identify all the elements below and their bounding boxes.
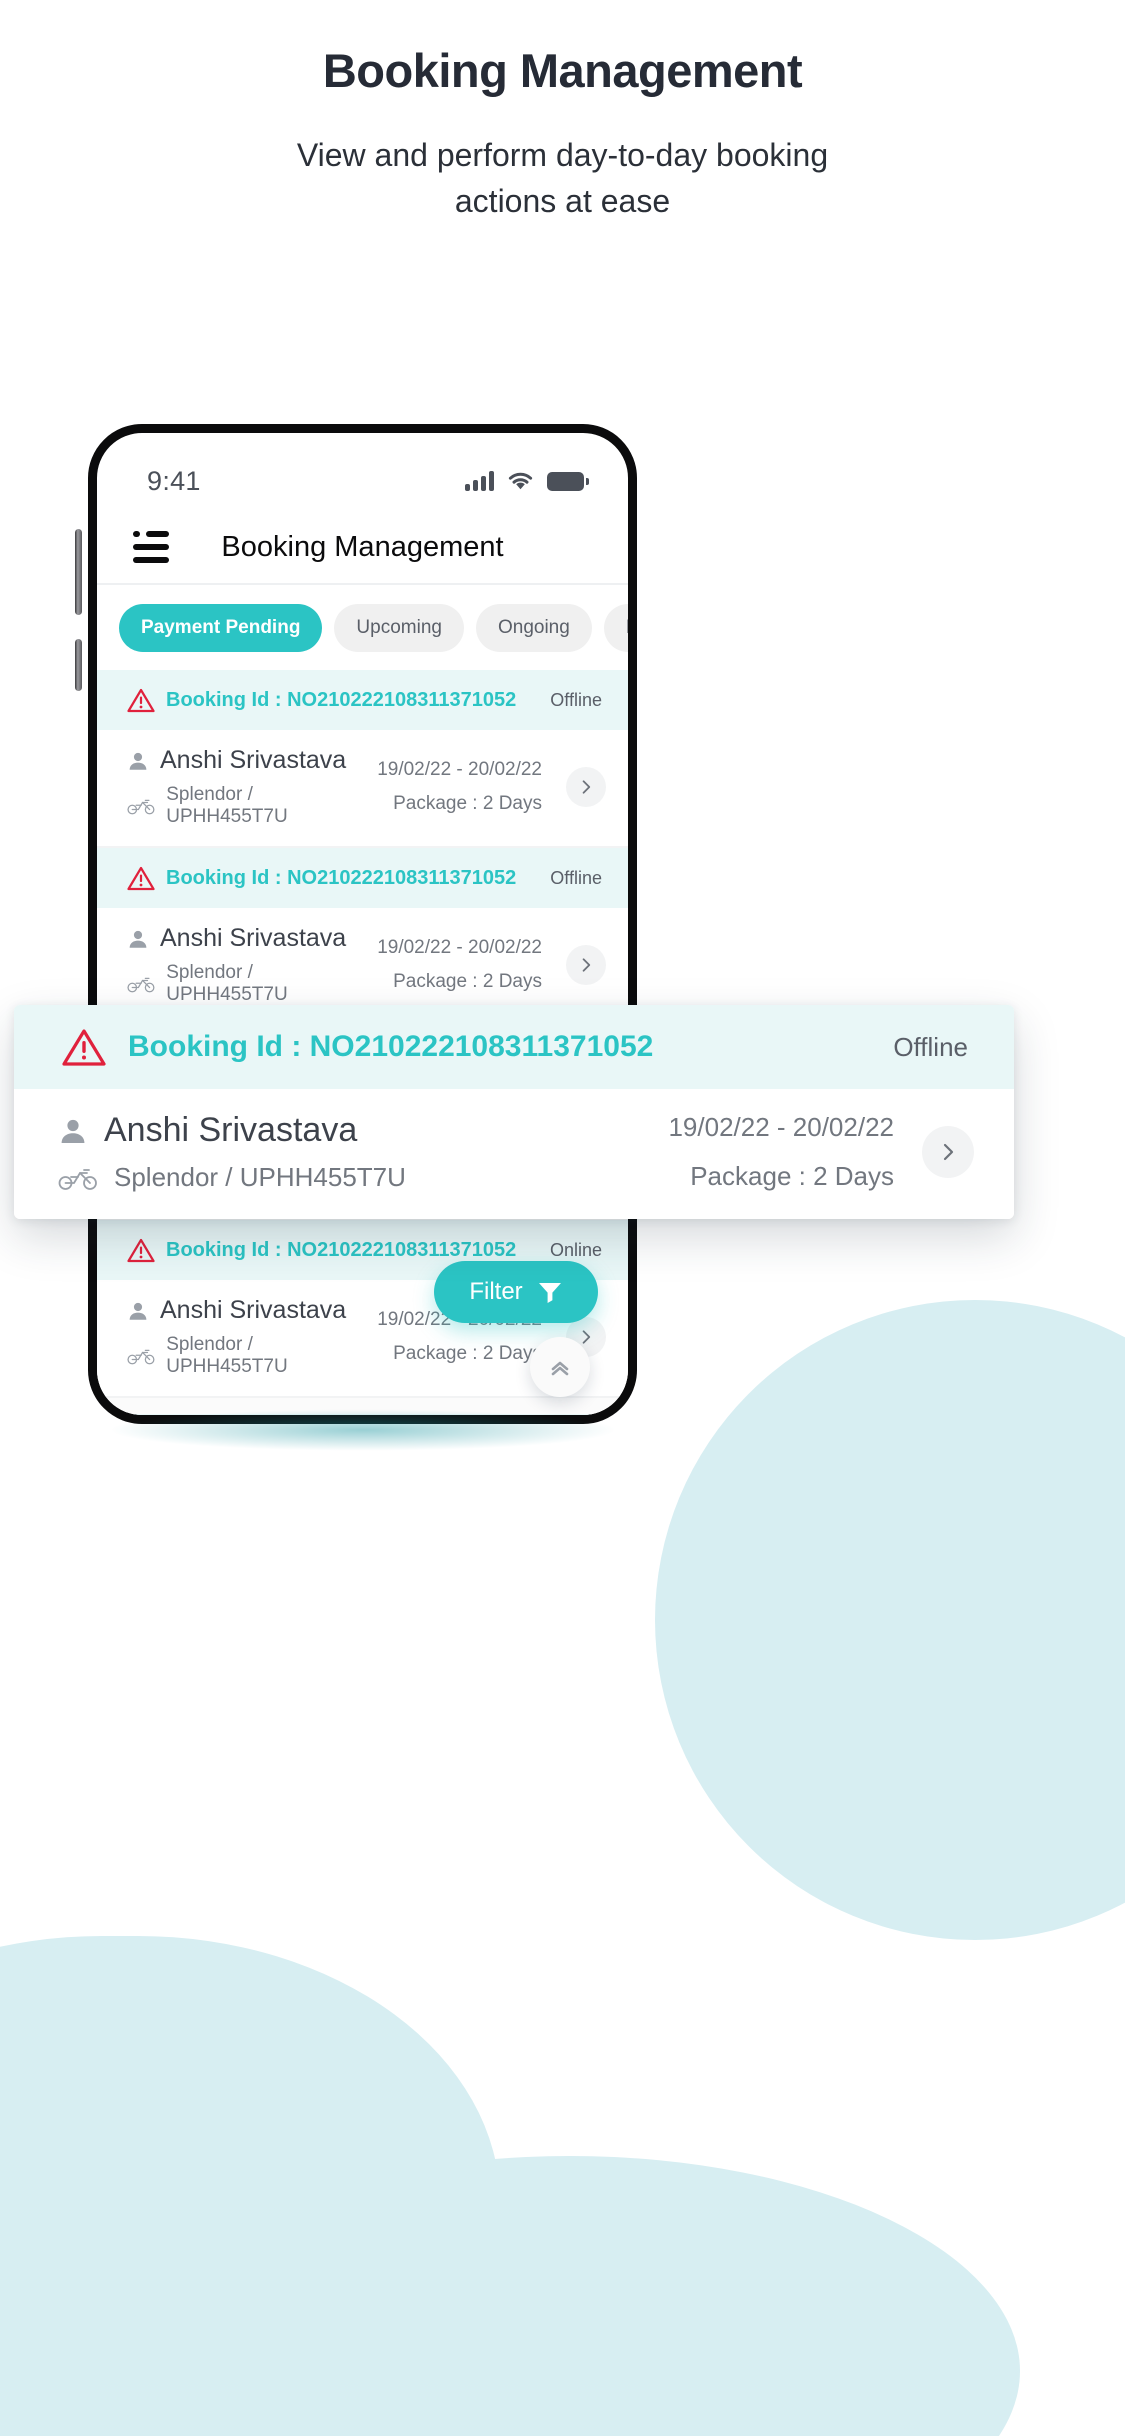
person-icon bbox=[61, 1119, 85, 1143]
customer-row: Anshi Srivastava bbox=[127, 746, 367, 775]
tab-upcoming[interactable]: Upcoming bbox=[334, 604, 464, 652]
package-info: Package : 2 Days bbox=[393, 793, 542, 814]
booking-card-body: Anshi Srivastava Splendor / UPHH455T7U 19/… bbox=[97, 730, 628, 848]
date-range: 19/02/22 - 20/02/22 bbox=[377, 759, 542, 780]
phone-mockup: 9:41 Booking Management Payment Pending … bbox=[75, 424, 637, 1451]
connection-status: Online bbox=[549, 1239, 602, 1260]
booking-card[interactable]: Booking Id : NO210222108311371052 Offline… bbox=[97, 670, 628, 848]
battery-icon bbox=[547, 471, 589, 491]
booking-id: Booking Id : NO210222108311371052 bbox=[166, 1238, 517, 1261]
cellular-signal-icon bbox=[465, 471, 494, 491]
overlay-vehicle-row: Splendor / UPHH455T7U bbox=[58, 1162, 668, 1193]
person-icon bbox=[129, 930, 147, 948]
status-bar: 9:41 bbox=[97, 433, 628, 511]
overlay-package: Package : 2 Days bbox=[690, 1161, 894, 1191]
booking-dates: 19/02/22 - 20/02/22 Package : 2 Days bbox=[377, 937, 546, 993]
filter-tabs: Payment Pending Upcoming Ongoing Ended bbox=[97, 585, 628, 670]
customer-name: Anshi Srivastava bbox=[160, 746, 347, 774]
vehicle-text: Splendor / UPHH455T7U bbox=[166, 784, 288, 827]
overlay-customer-row: Anshi Srivastava bbox=[58, 1111, 668, 1150]
overlay-vehicle-text: Splendor / UPHH455T7U bbox=[114, 1162, 406, 1192]
overlay-details-button[interactable] bbox=[922, 1126, 974, 1178]
vehicle-text: Splendor / UPHH455T7U bbox=[166, 1334, 288, 1377]
chevron-right-icon bbox=[582, 958, 591, 972]
warning-triangle-icon bbox=[127, 1238, 155, 1262]
person-icon bbox=[129, 1302, 147, 1320]
chevron-right-icon bbox=[943, 1143, 954, 1161]
booking-id: Booking Id : NO210222108311371052 bbox=[166, 688, 517, 711]
vehicle-row: Splendor / UPHH455T7U bbox=[127, 1334, 367, 1378]
status-bar-time: 9:41 bbox=[147, 465, 201, 496]
booking-card-left: Anshi Srivastava Splendor / UPHH455T7U bbox=[127, 746, 367, 828]
tab-ended[interactable]: Ended bbox=[603, 604, 628, 652]
vehicle-text: Splendor / UPHH455T7U bbox=[166, 962, 288, 1005]
warning-triangle-icon bbox=[127, 688, 155, 712]
booking-dates: 19/02/22 - 20/02/22 Package : 2 Days bbox=[377, 759, 546, 815]
booking-card-left: Anshi Srivastava Splendor / UPHH455T7U bbox=[127, 924, 367, 1006]
date-range: 19/02/22 - 20/02/22 bbox=[377, 937, 542, 958]
package-info: Package : 2 Days bbox=[393, 971, 542, 992]
tab-payment-pending[interactable]: Payment Pending bbox=[119, 604, 323, 652]
customer-name: Anshi Srivastava bbox=[160, 924, 347, 952]
filter-button-label: Filter bbox=[469, 1278, 523, 1305]
page-title: Booking Management bbox=[322, 44, 803, 97]
motorcycle-icon bbox=[58, 1168, 97, 1190]
overlay-customer-name: Anshi Srivastava bbox=[104, 1111, 358, 1149]
chevron-right-icon bbox=[582, 780, 591, 794]
phone-shadow bbox=[108, 1409, 618, 1451]
highlighted-booking-card[interactable]: Booking Id : NO210222108311371052 Offlin… bbox=[14, 1005, 1014, 1219]
vehicle-row: Splendor / UPHH455T7U bbox=[127, 784, 367, 828]
filter-button[interactable]: Filter bbox=[434, 1261, 598, 1323]
scroll-to-top-button[interactable] bbox=[530, 1337, 590, 1397]
hamburger-menu-icon[interactable] bbox=[133, 531, 169, 563]
package-info: Package : 2 Days bbox=[393, 1343, 542, 1364]
booking-card-header: Booking Id : NO210222108311371052 Offline bbox=[97, 848, 628, 908]
booking-card-left: Anshi Srivastava Splendor / UPHH455T7U bbox=[127, 1296, 367, 1378]
warning-triangle-icon bbox=[127, 866, 155, 890]
connection-status: Offline bbox=[550, 689, 602, 710]
overlay-date-range: 19/02/22 - 20/02/22 bbox=[668, 1112, 894, 1142]
vehicle-row: Splendor / UPHH455T7U bbox=[127, 962, 367, 1006]
booking-details-button[interactable] bbox=[566, 767, 606, 807]
page-subtitle: View and perform day-to-day booking acti… bbox=[296, 137, 829, 220]
decorative-background bbox=[0, 1280, 1125, 2436]
person-icon bbox=[129, 752, 147, 770]
motorcycle-icon bbox=[127, 977, 155, 993]
background-blob-right bbox=[655, 1300, 1125, 1940]
tab-ongoing[interactable]: Ongoing bbox=[475, 604, 592, 652]
status-bar-icons bbox=[465, 471, 589, 491]
page-header: Booking Management View and perform day-… bbox=[0, 0, 1125, 225]
overlay-card-header: Booking Id : NO210222108311371052 Offlin… bbox=[14, 1005, 1014, 1089]
chevron-double-up-icon bbox=[551, 1361, 569, 1376]
warning-triangle-icon bbox=[62, 1028, 106, 1066]
phone-volume-down-button[interactable] bbox=[75, 639, 82, 691]
overlay-booking-id: Booking Id : NO210222108311371052 bbox=[128, 1030, 654, 1063]
overlay-card-dates: 19/02/22 - 20/02/22 Package : 2 Days bbox=[668, 1112, 894, 1192]
phone-screen: 9:41 Booking Management Payment Pending … bbox=[88, 424, 637, 1424]
app-header: Booking Management bbox=[97, 511, 628, 585]
customer-row: Anshi Srivastava bbox=[127, 1296, 367, 1325]
customer-row: Anshi Srivastava bbox=[127, 924, 367, 953]
booking-card-header: Booking Id : NO210222108311371052 Offline bbox=[97, 670, 628, 730]
booking-id: Booking Id : NO210222108311371052 bbox=[166, 866, 517, 889]
app-header-title: Booking Management bbox=[221, 530, 504, 563]
connection-status: Offline bbox=[550, 867, 602, 888]
motorcycle-icon bbox=[127, 1349, 155, 1365]
overlay-card-body: Anshi Srivastava Splendor / UPHH455T7U 1… bbox=[14, 1089, 1014, 1219]
overlay-card-left: Anshi Srivastava Splendor / UPHH455T7U bbox=[58, 1111, 668, 1193]
chevron-right-icon bbox=[582, 1330, 591, 1344]
overlay-connection-status: Offline bbox=[893, 1031, 968, 1062]
wifi-icon bbox=[508, 472, 533, 490]
booking-card[interactable]: Booking Id : NO210222108311371052 Offline… bbox=[97, 848, 628, 1026]
funnel-filter-icon bbox=[538, 1283, 561, 1303]
motorcycle-icon bbox=[127, 799, 155, 815]
phone-volume-up-button[interactable] bbox=[75, 529, 82, 615]
customer-name: Anshi Srivastava bbox=[160, 1296, 347, 1324]
booking-details-button[interactable] bbox=[566, 945, 606, 985]
